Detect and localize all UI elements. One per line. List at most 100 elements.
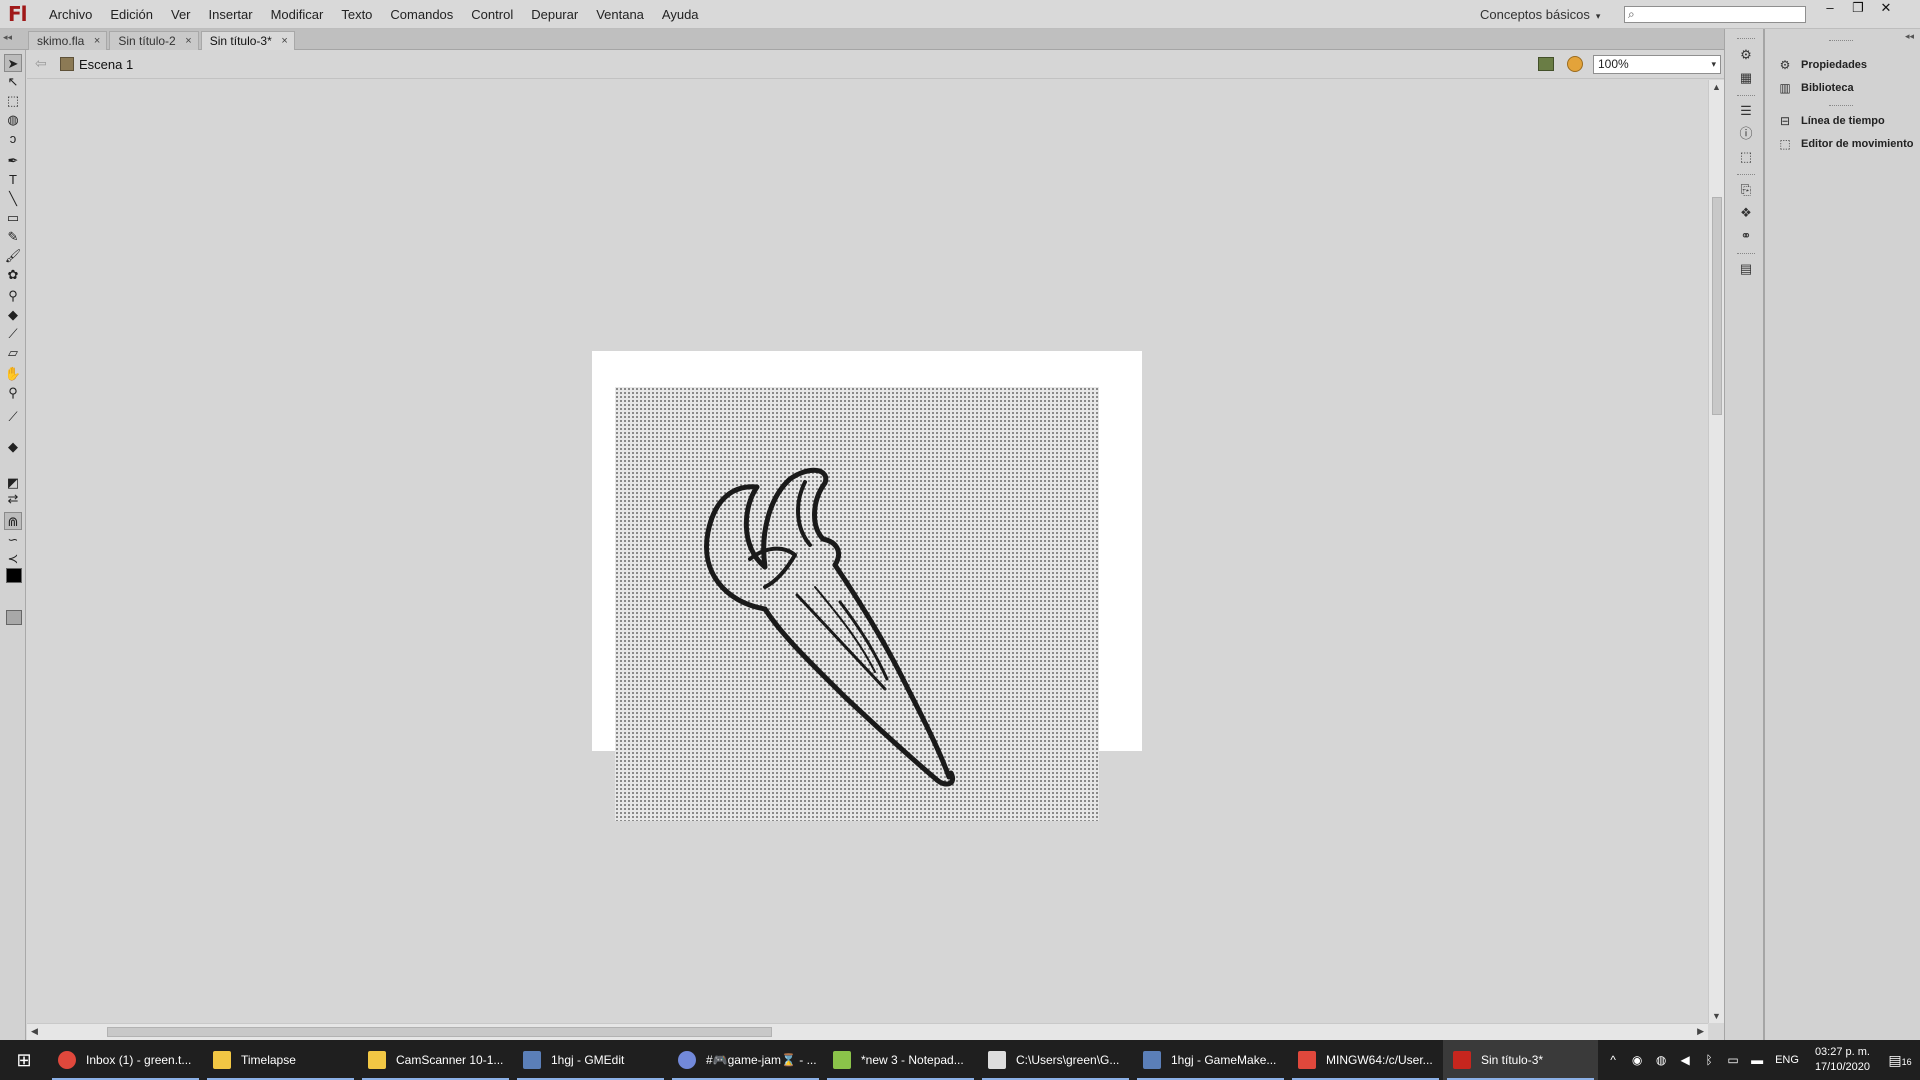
taskbar-item-gamemaker[interactable]: 1hgj - GameMake... bbox=[1133, 1040, 1288, 1080]
edit-symbols-icon[interactable] bbox=[1538, 57, 1554, 71]
swap-colors-icon[interactable]: ⇄ bbox=[4, 490, 22, 508]
menu-modificar[interactable]: Modificar bbox=[262, 0, 333, 29]
free-transform-tool-icon[interactable]: ⬚ bbox=[4, 92, 22, 110]
hand-tool-icon[interactable]: ✋ bbox=[4, 365, 22, 383]
scroll-thumb[interactable] bbox=[1712, 197, 1722, 415]
taskbar-item-console[interactable]: C:\Users\green\G... bbox=[978, 1040, 1133, 1080]
text-tool-icon[interactable]: T bbox=[4, 171, 22, 189]
snap-to-objects-icon[interactable]: ⋒ bbox=[4, 512, 22, 530]
taskbar-item-gmedit[interactable]: 1hgj - GMEdit bbox=[513, 1040, 668, 1080]
menu-control[interactable]: Control bbox=[462, 0, 522, 29]
taskbar-item-camscanner[interactable]: CamScanner 10-1... bbox=[358, 1040, 513, 1080]
line-tool-icon[interactable]: ╲ bbox=[4, 190, 22, 208]
pencil-tool-icon[interactable]: ✎ bbox=[4, 228, 22, 246]
menu-texto[interactable]: Texto bbox=[332, 0, 381, 29]
discord-tray-icon[interactable]: ◉ bbox=[1625, 1053, 1649, 1067]
notifications-button[interactable]: ▤16 bbox=[1880, 1052, 1920, 1069]
eraser-tool-icon[interactable]: ▱ bbox=[4, 344, 22, 362]
motion-presets-icon[interactable]: ⚙ bbox=[1737, 47, 1755, 63]
windows-start-icon[interactable]: ⊞ bbox=[0, 1040, 48, 1080]
edit-scene-icon[interactable] bbox=[1567, 56, 1583, 72]
3d-rotation-tool-icon[interactable]: ◍ bbox=[4, 111, 22, 129]
panel-properties[interactable]: ⚙ Propiedades bbox=[1777, 56, 1867, 74]
gamepad-icon[interactable]: ◍ bbox=[1649, 1053, 1673, 1067]
speaker-icon[interactable]: ◀ bbox=[1673, 1053, 1697, 1067]
menu-edicion[interactable]: Edición bbox=[101, 0, 162, 29]
movie-explorer-icon[interactable]: ⚭ bbox=[1737, 228, 1755, 244]
workspace-switcher[interactable]: Conceptos básicos ▾ bbox=[1480, 0, 1600, 31]
zoom-select[interactable]: 100% ▾ bbox=[1593, 55, 1721, 74]
restore-button[interactable]: ❐ bbox=[1844, 0, 1872, 17]
input-language[interactable]: ENG bbox=[1775, 1054, 1799, 1066]
deco-tool-icon[interactable]: ✿ bbox=[4, 266, 22, 284]
scene-panel-icon[interactable]: ▤ bbox=[1737, 261, 1755, 277]
network-icon[interactable]: ▭ bbox=[1721, 1053, 1745, 1067]
chevron-up-icon[interactable]: ^ bbox=[1601, 1053, 1625, 1067]
help-search-input[interactable]: ⌕ bbox=[1624, 6, 1806, 23]
close-tab-icon[interactable]: × bbox=[281, 32, 287, 50]
tab-sin-titulo-3[interactable]: Sin título-3* × bbox=[200, 31, 295, 50]
rectangle-tool-icon[interactable]: ▭ bbox=[4, 209, 22, 227]
eyedropper-tool-icon[interactable]: ⟋ bbox=[4, 325, 22, 343]
smooth-icon[interactable]: ∽ bbox=[4, 531, 22, 549]
menu-ver[interactable]: Ver bbox=[162, 0, 200, 29]
taskbar-item-flash[interactable]: Sin título-3* bbox=[1443, 1040, 1598, 1080]
menu-comandos[interactable]: Comandos bbox=[381, 0, 462, 29]
clock[interactable]: 03:27 p. m. 17/10/2020 bbox=[1815, 1045, 1870, 1075]
menu-archivo[interactable]: Archivo bbox=[40, 0, 101, 29]
panel-grip[interactable] bbox=[1829, 40, 1853, 41]
scroll-down-icon[interactable]: ▼ bbox=[1712, 1011, 1721, 1021]
taskbar-item-notepad[interactable]: *new 3 - Notepad... bbox=[823, 1040, 978, 1080]
scroll-left-icon[interactable]: ◀ bbox=[31, 1026, 38, 1037]
menu-ventana[interactable]: Ventana bbox=[587, 0, 653, 29]
pasteboard[interactable] bbox=[27, 80, 1708, 1023]
bone-tool-icon[interactable]: ⚲ bbox=[4, 287, 22, 305]
menu-ayuda[interactable]: Ayuda bbox=[653, 0, 708, 29]
battery-icon[interactable]: ▬ bbox=[1745, 1053, 1769, 1067]
bitmap-drawing[interactable] bbox=[615, 387, 1099, 821]
back-arrow-icon[interactable]: ⇦ bbox=[35, 55, 47, 72]
bluetooth-icon[interactable]: ᛒ bbox=[1697, 1053, 1721, 1067]
panel-grip[interactable] bbox=[1829, 105, 1853, 106]
taskbar-item-git-bash[interactable]: MINGW64:/c/User... bbox=[1288, 1040, 1443, 1080]
menu-depurar[interactable]: Depurar bbox=[522, 0, 587, 29]
close-button[interactable]: ✕ bbox=[1872, 0, 1900, 17]
panel-library[interactable]: ▥ Biblioteca bbox=[1777, 79, 1853, 97]
stroke-color-swatch[interactable] bbox=[6, 568, 22, 583]
tab-skimo[interactable]: skimo.fla × bbox=[28, 31, 108, 50]
panel-grip[interactable] bbox=[1737, 38, 1755, 40]
info-icon[interactable]: ⓘ bbox=[1737, 126, 1755, 142]
transform-icon[interactable]: ⬚ bbox=[1737, 149, 1755, 165]
menu-insertar[interactable]: Insertar bbox=[200, 0, 262, 29]
scroll-up-icon[interactable]: ▲ bbox=[1712, 82, 1721, 92]
collapse-arrows-icon[interactable]: ◂◂ bbox=[1905, 31, 1914, 42]
panel-grip[interactable] bbox=[1737, 174, 1755, 176]
tab-sin-titulo-2[interactable]: Sin título-2 × bbox=[109, 31, 199, 50]
close-tab-icon[interactable]: × bbox=[185, 32, 191, 50]
panel-grip[interactable] bbox=[1737, 95, 1755, 97]
taskbar-item-chrome[interactable]: Inbox (1) - green.t... bbox=[48, 1040, 203, 1080]
align-icon[interactable]: ☰ bbox=[1737, 103, 1755, 119]
vertical-scrollbar[interactable]: ▲ ▼ bbox=[1708, 80, 1724, 1023]
minimize-button[interactable]: – bbox=[1816, 0, 1844, 17]
scene-breadcrumb[interactable]: Escena 1 bbox=[79, 57, 133, 72]
scroll-thumb[interactable] bbox=[107, 1027, 772, 1037]
pen-tool-icon[interactable]: ✒ bbox=[4, 152, 22, 170]
taskbar-item-timelapse[interactable]: Timelapse bbox=[203, 1040, 358, 1080]
panel-grip[interactable] bbox=[1737, 253, 1755, 255]
swatches-icon[interactable]: ▦ bbox=[1737, 70, 1755, 86]
fill-color-swatch[interactable] bbox=[6, 610, 22, 625]
straighten-icon[interactable]: ≺ bbox=[4, 550, 22, 568]
components-icon[interactable]: ❖ bbox=[1737, 205, 1755, 221]
taskbar-item-discord[interactable]: #🎮game-jam⌛ - ... bbox=[668, 1040, 823, 1080]
lasso-tool-icon[interactable]: ↄ bbox=[4, 130, 22, 148]
scroll-right-icon[interactable]: ▶ bbox=[1697, 1026, 1704, 1037]
zoom-tool-icon[interactable]: ⚲ bbox=[4, 384, 22, 402]
panel-motion-editor[interactable]: ⬚ Editor de movimiento bbox=[1777, 135, 1913, 153]
panel-timeline[interactable]: ⊟ Línea de tiempo bbox=[1777, 112, 1885, 130]
collapse-arrows-icon[interactable]: ◂◂ bbox=[3, 32, 12, 43]
selection-tool-icon[interactable]: ➤ bbox=[4, 54, 22, 72]
close-tab-icon[interactable]: × bbox=[94, 32, 100, 50]
brush-tool-icon[interactable]: 🖌 bbox=[4, 247, 22, 265]
subselection-tool-icon[interactable]: ↖ bbox=[4, 73, 22, 91]
